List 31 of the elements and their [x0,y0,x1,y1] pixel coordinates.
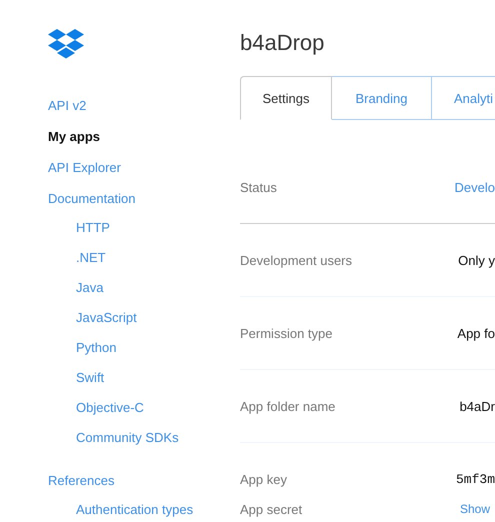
status-link[interactable]: Develo [454,180,495,194]
sidebar-sublink[interactable]: Authentication types [76,495,194,522]
sidebar-sublink[interactable]: .NET [76,243,106,273]
sidebar-sublink[interactable]: HTTP [76,213,110,243]
sidebar-sublink[interactable]: Java [76,273,104,303]
sidebar-sublink[interactable]: JavaScript [76,303,137,333]
setting-value: App fo [457,326,495,340]
page-title: b4aDrop [240,29,326,57]
setting-label: Status [240,180,278,194]
key-value: 5mf3m [456,472,495,486]
tab[interactable]: Analyti [432,76,495,120]
show-link[interactable]: Show [460,502,490,516]
setting-label: Development users [240,252,353,268]
setting-label: App secret [240,502,304,516]
sidebar-sublink[interactable]: Community SDKs [76,423,179,453]
sidebar-link[interactable]: Documentation [48,183,136,214]
sidebar-sublink[interactable]: Swift [76,363,104,393]
sidebar-sublink[interactable]: Objective-C [76,393,144,423]
sidebar-link[interactable]: API Explorer [48,152,121,183]
setting-label: App key [240,472,288,486]
tab[interactable]: Settings [240,76,332,120]
setting-label: Permission type [240,326,334,340]
setting-label: App folder name [240,398,336,414]
setting-value: Only y [458,252,495,268]
setting-value: b4aDr [460,398,495,414]
logo-icon [48,28,84,61]
sidebar-link[interactable]: References [48,465,114,496]
sidebar-sublink[interactable]: Python [76,333,116,363]
sidebar-item-current[interactable]: My apps [48,121,100,152]
sidebar-link[interactable]: API v2 [48,90,86,121]
tab[interactable]: Branding [332,76,432,120]
